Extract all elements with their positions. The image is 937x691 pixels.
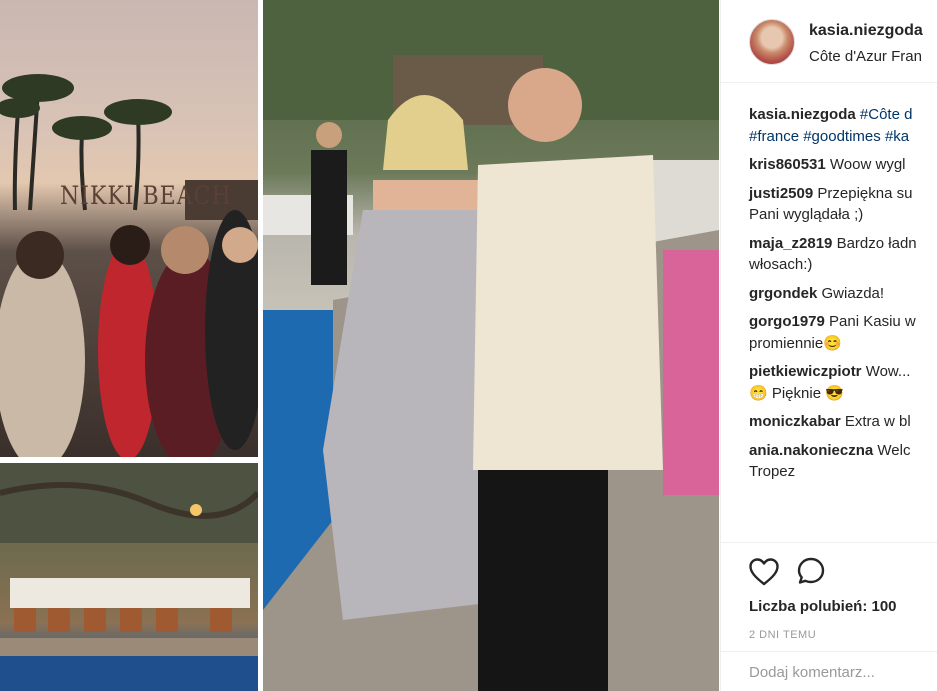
avatar[interactable] — [749, 19, 795, 65]
comment-text: Bardzo ładn — [836, 234, 917, 252]
comment-username[interactable]: pietkiewiczpiotr — [749, 363, 862, 380]
list-item: kris860531 Woow wygl — [749, 154, 937, 176]
comment-username[interactable]: kasia.niezgoda — [749, 106, 856, 123]
photo-main-scene — [263, 0, 719, 691]
post-username-link[interactable]: kasia.niezgoda — [809, 22, 923, 40]
list-item: justi2509 Przepiękna su Pani wyglądała ;… — [749, 183, 937, 226]
post-header: kasia.niezgoda Côte d'Azur Fran — [721, 0, 937, 83]
list-item: moniczkabar Extra w bl — [749, 411, 937, 433]
photo-main-couple — [263, 0, 719, 691]
comment-bubble-icon[interactable] — [797, 557, 825, 585]
post-image-collage[interactable]: NIKKI BEACH — [0, 0, 720, 691]
list-item: grgondek Gwiazda! — [749, 283, 937, 305]
post-location-link[interactable]: Côte d'Azur Fran — [809, 48, 922, 65]
comment-username[interactable]: moniczkabar — [749, 413, 841, 430]
comment-text: Welc — [877, 441, 911, 459]
photo-nikki-beach-guests: NIKKI BEACH — [0, 0, 258, 457]
post-timestamp[interactable]: 2 DNI TEMU — [749, 629, 816, 641]
list-item: ania.nakonieczna Welc Tropez — [749, 440, 937, 483]
hashtag-link[interactable]: #goodtimes — [803, 128, 881, 145]
list-item: pietkiewiczpiotr Wow... 😁 Pięknie 😎 — [749, 361, 937, 404]
photo-nikki-beach-scene — [0, 74, 258, 457]
photo-dinner-scene — [0, 463, 258, 691]
likes-count[interactable]: Liczba polubień: 100 — [749, 598, 897, 615]
comment-text: Woow wygl — [829, 156, 906, 173]
post-sidebar: kasia.niezgoda Côte d'Azur Fran kasia.ni… — [720, 0, 937, 691]
add-comment-bar — [721, 651, 937, 691]
comment-text: Gwiazda! — [821, 284, 885, 302]
comment-text: Wow... — [865, 363, 911, 380]
heart-icon[interactable] — [749, 558, 779, 586]
list-item: maja_z2819 Bardzo ładn włosach:) — [749, 233, 937, 276]
comment-text: Extra w bl — [844, 413, 911, 430]
comment-username[interactable]: gorgo1979 — [749, 313, 825, 330]
comment-text-continued: Pani wyglądała ;) — [749, 206, 864, 223]
beach-club-sign: NIKKI BEACH — [60, 182, 232, 211]
comment-text-continued: 😁 Pięknie 😎 — [749, 384, 844, 402]
list-item: gorgo1979 Pani Kasiu w promiennie😊 — [749, 311, 937, 354]
comment-username[interactable]: grgondek — [749, 285, 817, 302]
comment-text: Przepiękna su — [817, 184, 913, 202]
comment-text-continued: promiennie😊 — [749, 334, 842, 352]
comment-text: Pani Kasiu w — [829, 313, 916, 330]
post-actions: Liczba polubień: 100 2 DNI TEMU — [721, 542, 937, 650]
comment-text-continued: Tropez — [749, 463, 796, 480]
comments-list: kasia.niezgoda #Côte d #france #goodtime… — [749, 104, 937, 490]
hashtag-link[interactable]: #Côte d — [860, 106, 913, 123]
comment-input[interactable] — [749, 664, 937, 681]
hashtag-link[interactable]: #ka — [885, 128, 909, 145]
photo-dinner-setup — [0, 463, 258, 691]
comment-username[interactable]: justi2509 — [749, 185, 813, 202]
comment-text-continued: włosach:) — [749, 256, 813, 273]
comment-username[interactable]: ania.nakonieczna — [749, 442, 873, 459]
hashtag-link[interactable]: #france — [749, 128, 799, 145]
comment-username[interactable]: kris860531 — [749, 156, 826, 173]
caption-comment: kasia.niezgoda #Côte d #france #goodtime… — [749, 104, 937, 147]
comment-username[interactable]: maja_z2819 — [749, 235, 832, 252]
